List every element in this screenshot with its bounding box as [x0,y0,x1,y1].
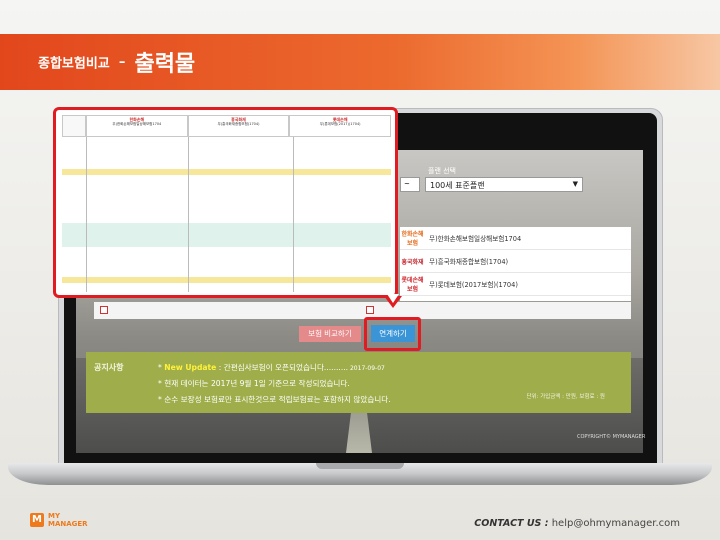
sheet-header: 한화손해 무)한화손해보험일상해보험1704 흥국화재 무)흥국화재종합보험(1… [62,115,391,137]
notice-line-1: * New Update : 간편심사보험이 오픈되었습니다..........… [158,362,385,373]
plan-select-label: 플랜 선택 [428,167,456,175]
slide-title: 종합보험비교 – 출력물 [38,46,195,78]
plan-select[interactable]: 100세 표준플랜 ▼ [425,177,583,192]
sheet-product-name: 무)한화손해보험일상해보험1704 [112,122,162,126]
sheet-product-name: 무)롯데보험(2017)(1704) [319,122,361,126]
notice-box: 공지사항 * New Update : 간편심사보험이 오픈되었습니다.....… [86,352,631,413]
company-logo: 롯데손해보험 [401,277,424,293]
product-name: 무)롯데보험(2017보험)(1704) [429,281,518,289]
sheet-product-name: 무)흥국화재종합보험(1704) [217,122,260,126]
sheet-band [62,223,391,247]
logo-mark: M [30,513,44,527]
contact-label: CONTACT US : [474,518,549,529]
product-row[interactable]: 흥국화재 무)흥국화재종합보험(1704) [400,250,631,273]
contact-info: CONTACT US : help@ohmymanager.com [474,518,680,529]
notice-line-2: * 현재 데이터는 2017년 9월 1일 기준으로 작성되었습니다. [158,379,350,388]
sheet-column-divider [188,137,189,292]
company-logo: 한화손해보험 [401,231,424,247]
sheet-column-2: 흥국화재 무)흥국화재종합보험(1704) [187,115,290,137]
notice-line-1-text: : 간편심사보험이 오픈되었습니다.......... [216,363,349,372]
contact-email[interactable]: help@ohmymanager.com [552,518,680,529]
mymanager-logo: M MY MANAGER [30,512,88,528]
product-row[interactable]: 한화손해보험 무)한화손해보험일상해보험1704 [400,227,631,250]
sheet-column-1: 한화손해 무)한화손해보험일상해보험1704 [86,115,188,137]
product-name: 무)한화손해보험일상해보험1704 [429,235,522,243]
product-list: 한화손해보험 무)한화손해보험일상해보험1704 흥국화재 무)흥국화재종합보험… [400,227,631,301]
compare-checkbox[interactable] [100,306,108,314]
sheet-column-divider [86,137,87,292]
sheet-header-corner [62,115,86,137]
new-update-tag: New Update [164,363,217,372]
unit-note: 단위: 가입금액 : 만원, 보험료 : 원 [526,394,605,400]
plan-select-value: 100세 표준플랜 [430,181,485,190]
title-dash: – [118,54,126,70]
laptop-notch [316,463,404,469]
logo-line-2: MANAGER [48,520,88,528]
sheet-band [62,283,391,292]
link-button[interactable]: 연계하기 [371,325,415,342]
copyright: COPYRIGHT© MYMANAGER [577,434,646,440]
sheet-band [62,137,391,169]
left-select[interactable]: ~ [400,177,420,192]
notice-date: 2017-09-07 [348,365,385,372]
slide-main-title: 출력물 [134,52,196,77]
logo-text: MY MANAGER [48,512,88,528]
compare-insurance-button[interactable]: 보험 비교하기 [299,326,361,342]
sheet-column-3: 롯데손해 무)롯데보험(2017)(1704) [289,115,391,137]
comparison-sheet-preview: 한화손해 무)한화손해보험일상해보험1704 흥국화재 무)흥국화재종합보험(1… [62,115,391,292]
product-row[interactable]: 롯데손해보험 무)롯데보험(2017보험)(1704) [400,273,631,296]
chevron-down-icon: ▼ [572,180,578,188]
notice-line-3: * 순수 보장성 보험료만 표시한것으로 적립보험료는 포함하지 않았습니다. [158,395,391,404]
compare-checkbox[interactable] [366,306,374,314]
logo-line-1: MY [48,512,61,520]
sheet-column-divider [293,137,294,292]
sheet-band [62,175,391,223]
compare-selection-row [94,302,631,319]
product-name: 무)흥국화재종합보험(1704) [429,258,509,266]
company-logo: 흥국화재 [401,258,424,266]
sheet-band [62,247,391,277]
slide-subtitle: 종합보험비교 [38,56,110,72]
callout-tail-inner [387,294,399,303]
left-select-value: ~ [404,180,410,188]
notice-label: 공지사항 [94,363,124,372]
